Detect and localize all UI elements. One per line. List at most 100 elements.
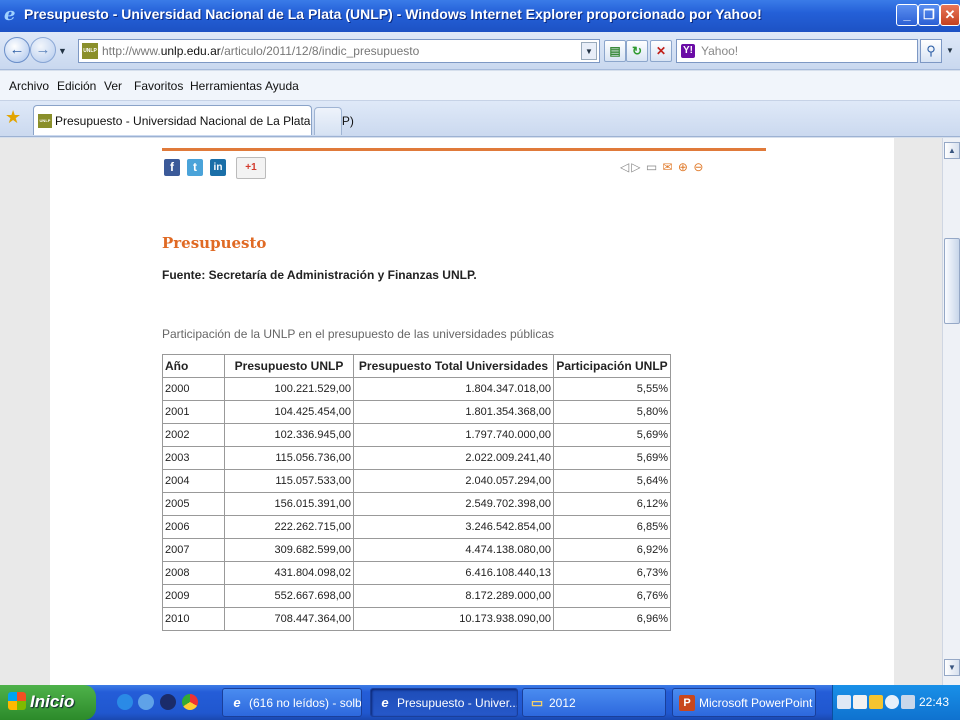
new-tab-button[interactable]: [314, 107, 342, 135]
taskbar-item-label: (616 no leídos) - solb...: [249, 696, 362, 710]
cell-year: 2004: [162, 469, 225, 493]
cell-year: 2001: [162, 400, 225, 424]
maximize-button[interactable]: ❐: [918, 4, 940, 26]
stop-button[interactable]: ✕: [650, 40, 672, 62]
menu-favoritos[interactable]: Favoritos: [134, 79, 183, 93]
quicklaunch-media-icon[interactable]: [160, 694, 176, 710]
table-header-row: Año Presupuesto UNLP Presupuesto Total U…: [162, 354, 671, 378]
taskbar-item-presupuesto[interactable]: e Presupuesto - Univer...: [370, 688, 518, 717]
history-dropdown-icon[interactable]: ▼: [58, 46, 67, 56]
close-button[interactable]: ✕: [940, 4, 960, 26]
tray-warning-icon[interactable]: [869, 695, 883, 709]
google-plus-button[interactable]: +1: [236, 157, 266, 179]
stop-icon: ✕: [655, 44, 667, 58]
cell-year: 2003: [162, 446, 225, 470]
table-row: 2002 102.336.945,00 1.797.740.000,00 5,69%: [162, 423, 671, 447]
cell-unlp-budget: 309.682.599,00: [224, 538, 354, 562]
windows-flag-icon: [8, 692, 26, 710]
tab-bar: ★ UNLP Presupuesto - Universidad Naciona…: [0, 101, 960, 137]
tray-network-icon[interactable]: [853, 695, 867, 709]
menu-ayuda[interactable]: Ayuda: [265, 79, 299, 93]
tray-expand-icon[interactable]: [837, 695, 851, 709]
cell-participation: 6,73%: [553, 561, 671, 585]
menu-archivo[interactable]: Archivo: [9, 79, 49, 93]
back-button[interactable]: ←: [4, 37, 30, 63]
taskbar-item-mail[interactable]: e (616 no leídos) - solb...: [222, 688, 362, 717]
cell-total-budget: 2.549.702.398,00: [353, 492, 554, 516]
compatibility-view-button[interactable]: ▤: [604, 40, 626, 62]
cell-total-budget: 2.040.057.294,00: [353, 469, 554, 493]
cell-year: 2006: [162, 515, 225, 539]
page-title: Presupuesto: [162, 234, 267, 252]
scroll-down-icon[interactable]: ▼: [944, 659, 960, 676]
vertical-scrollbar[interactable]: ▲ ▼: [942, 138, 960, 685]
tab-presupuesto[interactable]: UNLP Presupuesto - Universidad Nacional …: [33, 105, 354, 135]
clock: 22:43: [919, 695, 950, 709]
facebook-share-icon[interactable]: f: [164, 159, 180, 176]
cell-unlp-budget: 115.057.533,00: [224, 469, 354, 493]
quicklaunch-outlook-icon[interactable]: [138, 694, 154, 710]
minimize-button[interactable]: _: [896, 4, 918, 26]
address-dropdown-icon[interactable]: ▼: [581, 42, 597, 60]
taskbar-item-folder-2012[interactable]: ▭ 2012: [522, 688, 666, 717]
twitter-share-icon[interactable]: t: [187, 159, 203, 176]
header-participation: Participación UNLP: [553, 354, 671, 378]
taskbar-item-powerpoint[interactable]: P Microsoft PowerPoint ...: [672, 688, 816, 717]
tray-security-icon[interactable]: [885, 695, 899, 709]
powerpoint-icon: P: [679, 695, 695, 711]
cell-year: 2009: [162, 584, 225, 608]
menu-herramientas[interactable]: Herramientas: [190, 79, 262, 93]
scroll-up-icon[interactable]: ▲: [944, 142, 960, 159]
quicklaunch-ie-icon[interactable]: [117, 694, 133, 710]
cell-participation: 6,92%: [553, 538, 671, 562]
cell-unlp-budget: 102.336.945,00: [224, 423, 354, 447]
cell-year: 2007: [162, 538, 225, 562]
quicklaunch-chrome-icon[interactable]: [182, 694, 198, 710]
cell-unlp-budget: 115.056.736,00: [224, 446, 354, 470]
scroll-thumb[interactable]: [944, 238, 960, 324]
start-button[interactable]: Inicio: [0, 685, 96, 720]
cell-total-budget: 1.797.740.000,00: [353, 423, 554, 447]
header-total-budget: Presupuesto Total Universidades: [353, 354, 554, 378]
tray-volume-icon[interactable]: [901, 695, 915, 709]
cell-participation: 5,55%: [553, 377, 671, 401]
cell-unlp-budget: 708.447.364,00: [224, 607, 354, 631]
cell-unlp-budget: 222.262.715,00: [224, 515, 354, 539]
previous-article-icon[interactable]: ◁: [620, 160, 629, 174]
search-input[interactable]: Y! Yahoo!: [676, 39, 918, 63]
search-button[interactable]: ⚲: [920, 39, 942, 63]
window-title-bar[interactable]: e Presupuesto - Universidad Nacional de …: [0, 0, 960, 32]
print-icon[interactable]: ▭: [646, 160, 657, 174]
cell-total-budget: 6.416.108.440,13: [353, 561, 554, 585]
next-article-icon[interactable]: ▷: [631, 160, 640, 174]
window-title: Presupuesto - Universidad Nacional de La…: [24, 6, 762, 22]
linkedin-share-icon[interactable]: in: [210, 159, 226, 176]
cell-participation: 6,85%: [553, 515, 671, 539]
menu-edicion[interactable]: Edición: [57, 79, 96, 93]
address-input[interactable]: UNLP http://www.unlp.edu.ar/articulo/201…: [78, 39, 600, 63]
zoom-out-icon[interactable]: ⊖: [693, 160, 703, 174]
start-label: Inicio: [30, 692, 75, 711]
email-icon[interactable]: ✉: [663, 160, 673, 174]
cell-total-budget: 8.172.289.000,00: [353, 584, 554, 608]
table-row: 2001 104.425.454,00 1.801.354.368,00 5,80%: [162, 400, 671, 424]
cell-total-budget: 2.022.009.241,40: [353, 446, 554, 470]
ie-logo-icon: e: [4, 4, 16, 25]
search-options-dropdown-icon[interactable]: ▼: [942, 39, 958, 63]
orange-divider: [162, 148, 766, 151]
cell-participation: 6,96%: [553, 607, 671, 631]
source-note: Fuente: Secretaría de Administración y F…: [162, 268, 477, 282]
favorites-star-icon[interactable]: ★: [5, 107, 21, 128]
ie-icon: e: [381, 695, 389, 710]
cell-unlp-budget: 100.221.529,00: [224, 377, 354, 401]
zoom-in-icon[interactable]: ⊕: [678, 160, 688, 174]
table-row: 2005 156.015.391,00 2.549.702.398,00 6,12%: [162, 492, 671, 516]
header-unlp-budget: Presupuesto UNLP: [224, 354, 354, 378]
forward-button[interactable]: →: [30, 37, 56, 63]
menu-ver[interactable]: Ver: [104, 79, 122, 93]
refresh-button[interactable]: ↻: [626, 40, 648, 62]
refresh-icon: ↻: [631, 44, 643, 58]
table-row: 2008 431.804.098,02 6.416.108.440,13 6,73%: [162, 561, 671, 585]
tab-label: Presupuesto - Universidad Nacional de La…: [55, 114, 354, 128]
cell-year: 2008: [162, 561, 225, 585]
